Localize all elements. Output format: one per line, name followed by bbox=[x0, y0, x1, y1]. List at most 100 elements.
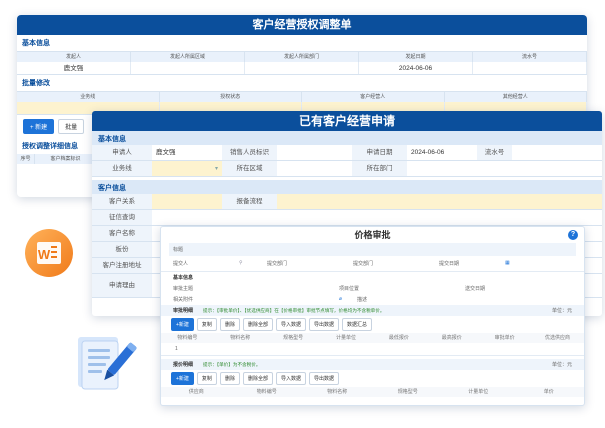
date-label: 提交日期 bbox=[439, 261, 460, 267]
col-header: 规格型号 bbox=[283, 335, 304, 341]
col-header: 最高报价 bbox=[441, 335, 462, 341]
approve-table-header: 物料编号 物料名称 规格型号 计量单位 最低报价 最高报价 审批单价 优选供应商 bbox=[161, 333, 584, 343]
col-header: 单价 bbox=[543, 389, 554, 395]
col-header: 物料编号 bbox=[177, 335, 198, 341]
col-header: 物料名称 bbox=[327, 389, 348, 395]
section-customer-info: 客户信息 bbox=[92, 180, 602, 194]
col-header: 物料编号 bbox=[256, 389, 277, 395]
serial-field[interactable] bbox=[512, 145, 602, 160]
col-header: 发起日期 bbox=[359, 52, 473, 62]
serial-field[interactable] bbox=[473, 62, 587, 74]
cust-label: 客户名称 bbox=[92, 226, 152, 241]
apply-date-value: 2024-06-06 bbox=[411, 149, 445, 156]
dept-field[interactable] bbox=[245, 62, 359, 74]
col-header: 客户档案标识 bbox=[35, 154, 97, 164]
col-header: 其他经营人 bbox=[445, 92, 587, 102]
copy-button[interactable]: 复制 bbox=[196, 318, 217, 331]
section-approve: 审批明细 bbox=[173, 308, 194, 314]
chevron-down-icon: ▾ bbox=[214, 166, 218, 172]
svg-text:W: W bbox=[38, 247, 51, 262]
basic-fields: 审批主题 项目位置 送交日期 bbox=[161, 283, 584, 294]
approve-section-bar: 审批明细 提示：【审批单价】、【优选供应商】在【价格审批】审批节点填写，价格均为… bbox=[161, 305, 584, 316]
approve-note: 提示：【审批单价】、【优选供应商】在【价格审批】审批节点填写，价格均为不含税单价… bbox=[203, 307, 385, 313]
region-label: 所在区域 bbox=[222, 161, 277, 176]
subject-bar[interactable]: 标题 bbox=[169, 243, 576, 256]
new-button[interactable]: +新建 bbox=[171, 318, 194, 331]
quote-section-bar: 报价明细 提示：【单价】为不含税价。 单位：元 bbox=[161, 359, 584, 370]
applicant-label: 申请人 bbox=[92, 145, 152, 160]
sales-id-label: 销售人员标识 bbox=[222, 145, 277, 160]
cust-relation-select[interactable] bbox=[152, 194, 222, 209]
delete-button[interactable]: 删除 bbox=[219, 372, 240, 385]
region-field[interactable] bbox=[131, 62, 245, 74]
col-header: 发起人所属区域 bbox=[131, 52, 245, 62]
new-button[interactable]: + 新建 bbox=[23, 119, 55, 134]
window-price-approval: 价格审批 ? 标题 提交人 ⚲ 提交部门 提交部门 提交日期 ▦ 基本信息 审批… bbox=[160, 226, 585, 406]
batch-button[interactable]: 批量 bbox=[58, 119, 85, 134]
word-document-icon: W bbox=[25, 229, 73, 277]
section-batch-edit: 批量修改 bbox=[17, 75, 587, 92]
cust-label: 客户注册地址 bbox=[92, 258, 152, 273]
col-header: 业务线 bbox=[17, 92, 160, 102]
report-field[interactable] bbox=[277, 194, 602, 209]
dept-field[interactable] bbox=[407, 161, 602, 176]
dept2-label: 提交部门 bbox=[353, 261, 374, 267]
desc-label: 描述 bbox=[357, 297, 368, 303]
cust-label: 客户关系 bbox=[92, 194, 152, 209]
form-row: 客户关系 报备流程 bbox=[92, 194, 602, 210]
batch-header-row: 业务线 授权状态 客户经营人 其他经营人 bbox=[17, 92, 587, 102]
section-basic-info: 基本信息 bbox=[92, 131, 602, 145]
window-title: 价格审批 bbox=[354, 230, 391, 240]
export-button[interactable]: 导出数据 bbox=[308, 372, 339, 385]
col-header: 授权状态 bbox=[160, 92, 302, 102]
cust-label: 征信查询 bbox=[92, 210, 152, 225]
col-header: 审批单价 bbox=[494, 335, 515, 341]
approve-toolbar: +新建 复制 删除 删除全部 导入数据 导出数据 数据汇总 bbox=[161, 316, 584, 333]
section-basic-info: 基本信息 bbox=[173, 275, 194, 281]
delete-button[interactable]: 删除 bbox=[219, 318, 240, 331]
new-button[interactable]: +新建 bbox=[171, 372, 194, 385]
section-quote: 报价明细 bbox=[173, 362, 194, 368]
summary-button[interactable]: 数据汇总 bbox=[342, 318, 373, 331]
form-row: 申请人 鹿文强 销售人员标识 申请日期 2024-06-06 流水号 bbox=[92, 145, 602, 161]
table-row[interactable]: 1 bbox=[161, 343, 584, 356]
window-title-bar: 价格审批 ? bbox=[161, 227, 584, 243]
import-button[interactable]: 导入数据 bbox=[275, 318, 306, 331]
edit-document-icon bbox=[78, 337, 137, 390]
business-line-select[interactable]: ▾ bbox=[152, 161, 222, 176]
import-button[interactable]: 导入数据 bbox=[275, 372, 306, 385]
col-header: 计量单位 bbox=[468, 389, 489, 395]
basic-value-row: 鹿文强 2024-06-06 bbox=[17, 62, 587, 75]
applicant-value: 鹿文强 bbox=[156, 149, 176, 156]
copy-button[interactable]: 复制 bbox=[196, 372, 217, 385]
quote-table-header: 供应商 物料编号 物料名称 规格型号 计量单位 单价 bbox=[161, 387, 584, 397]
attach-label: 相关附件 bbox=[173, 297, 194, 303]
send-date-label: 送交日期 bbox=[465, 286, 486, 292]
col-header: 物料名称 bbox=[230, 335, 251, 341]
form-row: 征信查询 bbox=[92, 210, 602, 226]
business-line-label: 业务线 bbox=[92, 161, 152, 176]
row-number: 1 bbox=[175, 346, 178, 352]
delete-all-button[interactable]: 删除全部 bbox=[242, 372, 273, 385]
sales-id-field[interactable] bbox=[277, 145, 352, 160]
dept-label: 所在部门 bbox=[352, 161, 407, 176]
report-label: 报备流程 bbox=[222, 194, 277, 209]
basic-header-row: 发起人 发起人所属区域 发起人所属部门 发起日期 流水号 bbox=[17, 52, 587, 62]
delete-all-button[interactable]: 删除全部 bbox=[242, 318, 273, 331]
col-header: 流水号 bbox=[473, 52, 587, 62]
window-title: 客户经营授权调整单 bbox=[17, 15, 587, 35]
credit-field[interactable] bbox=[152, 210, 602, 225]
col-header: 规格型号 bbox=[397, 389, 418, 395]
unit-label: 单位：元 bbox=[551, 308, 572, 314]
detail-header-row: 序号 客户档案标识 bbox=[17, 154, 97, 164]
export-button[interactable]: 导出数据 bbox=[308, 318, 339, 331]
calendar-icon[interactable]: ▦ bbox=[505, 260, 510, 267]
col-header: 序号 bbox=[17, 154, 35, 164]
window-title: 已有客户经营申请 bbox=[92, 111, 602, 131]
form-row: 业务线 ▾ 所在区域 所在部门 bbox=[92, 161, 602, 177]
col-header: 发起人所属部门 bbox=[245, 52, 359, 62]
date-value: 2024-06-06 bbox=[359, 62, 473, 74]
paperclip-icon[interactable]: ⌀ bbox=[339, 296, 351, 303]
help-icon[interactable]: ? bbox=[568, 230, 578, 240]
region-field[interactable] bbox=[277, 161, 352, 176]
